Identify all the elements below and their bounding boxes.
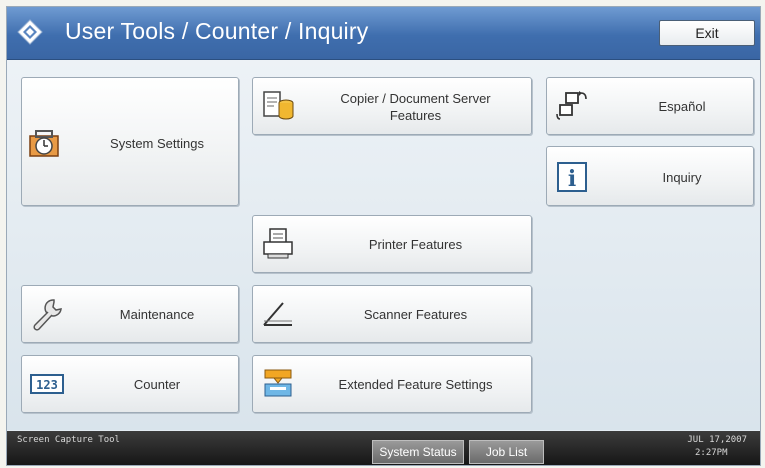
system-status-button[interactable]: System Status — [372, 440, 464, 464]
alarm-clock-icon — [29, 130, 59, 157]
info-icon: i — [557, 162, 587, 192]
copier-label: Copier / Document Server Features — [308, 90, 523, 124]
date-text: JUL 17,2007 — [687, 435, 747, 445]
copier-label-line2: Features — [389, 108, 442, 123]
scanner-features-button[interactable]: Scanner Features — [252, 285, 532, 343]
title-bar: User Tools / Counter / Inquiry Exit — [7, 7, 760, 60]
scanner-icon — [263, 302, 292, 326]
user-tools-icon — [17, 19, 43, 45]
extended-feature-settings-label: Extended Feature Settings — [338, 377, 493, 392]
counter-icon: 123 — [30, 374, 64, 394]
inquiry-label: Inquiry — [662, 170, 702, 185]
screen: User Tools / Counter / Inquiry Exit Syst… — [6, 6, 761, 466]
printer-features-label: Printer Features — [368, 237, 463, 252]
counter-button[interactable]: 123 Counter — [21, 355, 239, 413]
maintenance-label: Maintenance — [119, 307, 195, 322]
language-switch-icon — [556, 91, 587, 120]
scanner-features-label: Scanner Features — [363, 307, 468, 322]
page-title: User Tools / Counter / Inquiry — [65, 18, 369, 44]
printer-icon — [263, 228, 293, 259]
system-settings-label: System Settings — [110, 136, 204, 151]
printer-features-button[interactable]: Printer Features — [252, 215, 532, 273]
maintenance-button[interactable]: Maintenance — [21, 285, 239, 343]
counter-icon-digits: 123 — [36, 378, 58, 392]
inquiry-button[interactable]: i Inquiry — [546, 146, 754, 206]
copier-label-line1: Copier / Document Server — [340, 91, 491, 106]
copier-document-server-button[interactable]: Copier / Document Server Features — [252, 77, 532, 135]
wrench-icon — [33, 299, 62, 331]
exit-button[interactable]: Exit — [659, 20, 755, 46]
counter-label: Counter — [133, 377, 181, 392]
screen-capture-tool-text: Screen Capture Tool — [17, 435, 120, 445]
document-server-icon — [263, 91, 294, 120]
extended-feature-settings-button[interactable]: Extended Feature Settings — [252, 355, 532, 413]
info-icon-glyph: i — [568, 166, 576, 192]
time-text: 2:27PM — [695, 448, 728, 458]
extended-feature-icon — [264, 369, 292, 397]
status-bar: Screen Capture Tool System Status Job Li… — [7, 431, 760, 465]
espanol-label: Español — [658, 99, 706, 114]
espanol-button[interactable]: Español — [546, 77, 754, 135]
date-time: JUL 17,2007 2:27PM — [647, 434, 747, 460]
job-list-button[interactable]: Job List — [469, 440, 544, 464]
main-panel: System Settings Copier / Document Server… — [7, 60, 760, 430]
system-settings-button[interactable]: System Settings — [21, 77, 239, 206]
